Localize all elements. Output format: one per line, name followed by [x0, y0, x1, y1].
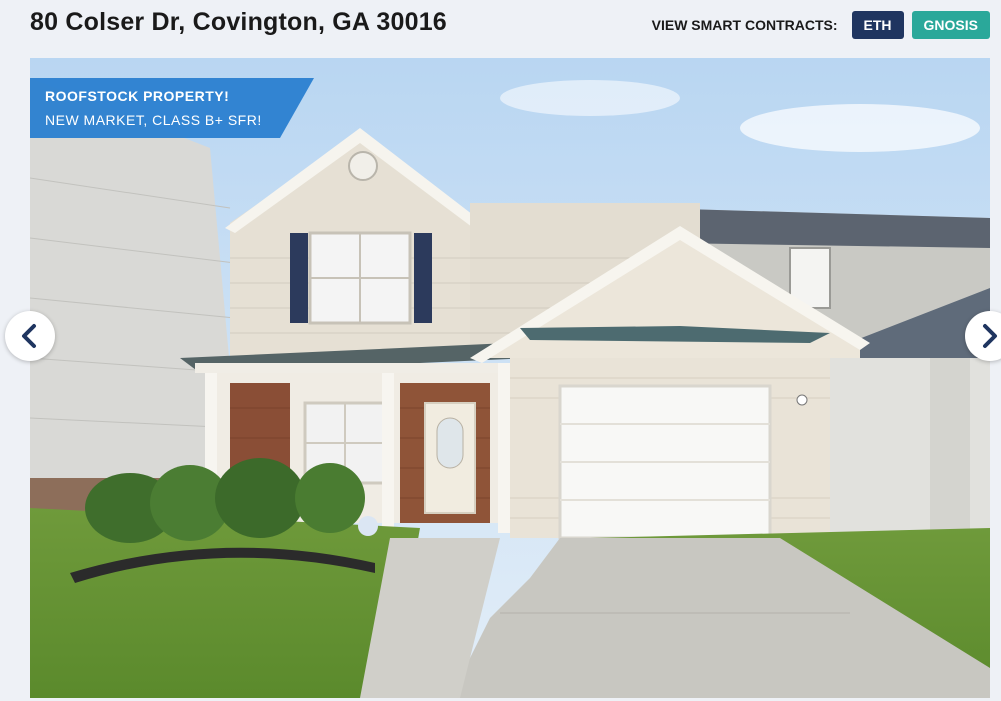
- chevron-right-icon: [983, 324, 997, 348]
- previous-photo-button[interactable]: [5, 311, 55, 361]
- property-header: 80 Colser Dr, Covington, GA 30016 VIEW S…: [30, 0, 990, 52]
- eth-contract-button[interactable]: ETH: [851, 11, 904, 39]
- next-photo-button[interactable]: [965, 311, 1001, 361]
- property-address: 80 Colser Dr, Covington, GA 30016: [30, 8, 447, 36]
- gnosis-contract-button[interactable]: GNOSIS: [911, 11, 990, 39]
- chevron-left-icon: [22, 324, 36, 348]
- property-page: 80 Colser Dr, Covington, GA 30016 VIEW S…: [0, 0, 1001, 701]
- ribbon-title: ROOFSTOCK PROPERTY!: [45, 88, 230, 104]
- smart-contracts: VIEW SMART CONTRACTS: ETH GNOSIS: [652, 11, 990, 39]
- promo-ribbon: ROOFSTOCK PROPERTY! NEW MARKET, CLASS B+…: [30, 78, 314, 138]
- smart-contracts-label: VIEW SMART CONTRACTS:: [651, 17, 838, 33]
- property-photo: [30, 58, 990, 698]
- ribbon-subtitle: NEW MARKET, CLASS B+ SFR!: [45, 112, 262, 128]
